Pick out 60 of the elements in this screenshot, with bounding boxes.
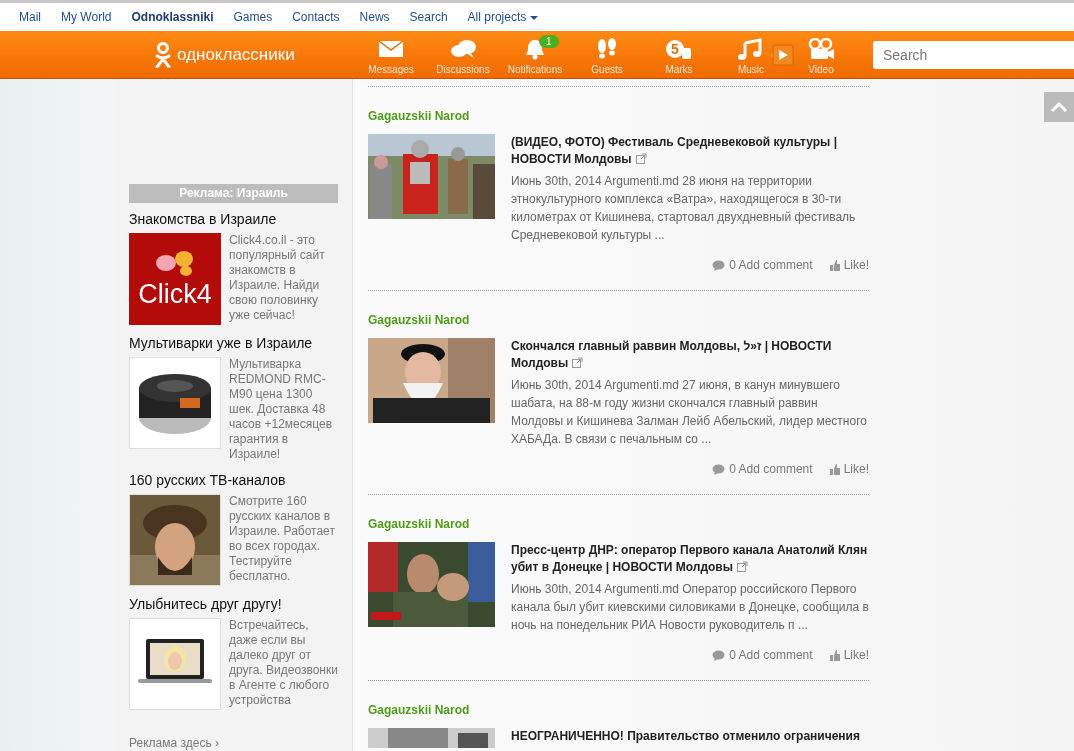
group-link[interactable]: Gagauzskii Narod [368, 515, 869, 533]
speech-bubbles-icon [448, 37, 478, 61]
thumbs-up-icon [828, 259, 840, 271]
nav-link[interactable]: News [359, 8, 390, 26]
video-camera-icon [806, 37, 836, 61]
ad-text: Мультиварка REDMOND RMC-M90 цена 1300 шек. Доставка 48 часов +12месяцев гарантия в Израиле! [229, 357, 333, 462]
external-link-icon [737, 561, 748, 572]
comment-link[interactable]: 0 Add comment [712, 646, 813, 664]
play-button[interactable] [767, 42, 795, 67]
group-link[interactable]: Gagauzskii Narod [368, 701, 869, 719]
external-link-icon [635, 153, 647, 164]
like-link[interactable]: Like! [828, 646, 869, 664]
nav-item[interactable]: Guests [571, 32, 643, 77]
search-field[interactable]: Search [873, 40, 1074, 69]
nav-item[interactable]: Music [715, 32, 787, 77]
nav-link[interactable]: Search [409, 8, 448, 26]
comment-link[interactable]: 0 Add comment [712, 256, 813, 274]
group-link[interactable]: Gagauzskii Narod [368, 107, 869, 125]
scroll-top-button[interactable] [1044, 92, 1074, 122]
nav-link[interactable]: Odnoklassniki [131, 8, 214, 26]
logo-text: одноклассники [177, 43, 295, 66]
count-badge: 1 [539, 34, 559, 48]
nav-item[interactable]: Messages [355, 32, 427, 77]
speech-bubble-icon [712, 649, 726, 661]
nav-item[interactable]: Discussions [427, 32, 499, 77]
ad-title[interactable]: Знакомства в Израиле [129, 209, 338, 230]
thumbs-up-icon [828, 649, 840, 661]
ad-text: Встречайтесь, даже если вы далеко друг от друга. Видеозвонки в Агенте с любого устройства [229, 618, 338, 709]
comment-link[interactable]: 0 Add comment [712, 460, 813, 478]
nav-item[interactable]: Video [785, 32, 857, 77]
ad-title[interactable]: 160 русских ТВ-каналов [129, 470, 338, 491]
nav-item[interactable]: Notifications 1 [499, 32, 571, 77]
like-link[interactable]: Like! [828, 460, 869, 478]
article-excerpt: Июнь 30th, 2014 Argumenti.md 27 июня, в канун минувшего шабата, на 88-м году жизни скончался главный раввин Молдовы и Кишинева Залман Лейб Абельский, лидер местного ХАБАДа. В связи с печальным со ... [511, 377, 868, 448]
article-excerpt: Июнь 30th, 2014 Argumenti.md Оператор российского Первого канала был убит киевскими силовиками в Донецке, сообщила в ночь на понедельник РИА Новости руководитель п ... [511, 581, 869, 634]
nav-item[interactable]: 5 Marks [643, 32, 715, 77]
speech-bubble-icon [712, 259, 726, 271]
article-title[interactable]: (ВИДЕО, ФОТО) Фестиваль Средневековой культуры | НОВОСТИ Молдовы [511, 134, 869, 168]
logo-icon [155, 41, 171, 68]
group-link[interactable]: Gagauzskii Narod [368, 311, 869, 329]
article-title[interactable]: НЕОГРАНИЧЕННО! Правительство отменило ограничения [511, 728, 869, 745]
ad-header: Реклама: Израиль [129, 184, 338, 203]
ad-title[interactable]: Улыбнитесь друг другу! [129, 594, 338, 615]
ad-text: Click4.co.il - это популярный сайт знакомств в Израиле. Найди свою половинку уже сейчас! [229, 233, 326, 324]
nav-link[interactable]: Contacts [292, 8, 340, 26]
like-link[interactable]: Like! [828, 256, 869, 274]
nav-link[interactable]: My World [61, 8, 112, 26]
article-excerpt: Июнь 30th, 2014 Argumenti.md 28 июня на территории этнокультурного комплекса «Ватра», находящегося в 30-ти километрах от Кишинева, стартовал двухдневный фестиваль Средневековой культуры ... [511, 173, 857, 244]
external-link-icon [572, 357, 584, 368]
article-title[interactable]: Пресс-центр ДНР: оператор Первого канала Анатолий Клян убит в Донецке | НОВОСТИ Молдовы [511, 542, 869, 576]
ad-text: Смотрите 160 русских каналов в Израиле. Работает во всех городах. Тестируйте бесплатно. [229, 494, 336, 585]
nav-link[interactable]: All projects [467, 8, 539, 26]
advertise-link[interactable]: Реклама здесь › [129, 734, 219, 751]
nav-link[interactable]: Mail [19, 8, 41, 26]
nav-link[interactable]: Games [233, 8, 273, 26]
thumbs-up-icon [828, 463, 840, 475]
ad-logo: Click4 [129, 233, 221, 325]
speech-bubble-icon [712, 463, 726, 475]
article-title[interactable]: Скончался главный раввин Молдовы, ז«ל | НОВОСТИ Молдовы [511, 338, 869, 372]
ad-title[interactable]: Мультиварки уже в Израиле [129, 333, 338, 354]
